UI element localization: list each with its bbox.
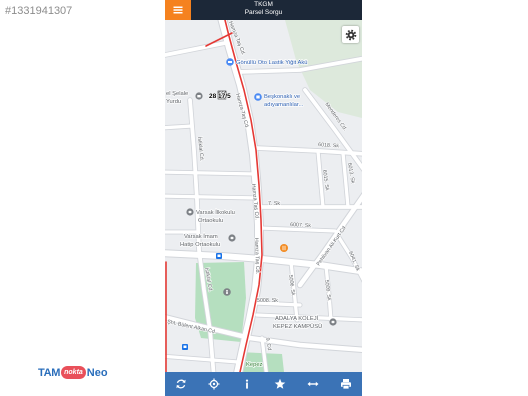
road — [165, 124, 194, 130]
listing-number: #1331941307 — [5, 5, 73, 17]
measure-button[interactable] — [296, 372, 329, 396]
street-label: 5008. Sk — [257, 298, 278, 304]
brand-text-right: Neo — [86, 366, 108, 379]
place-label: Beşkonaklı ve — [264, 94, 300, 100]
brand-text-mid: nokta — [61, 366, 86, 379]
place-label: Varsak İmam — [184, 233, 218, 240]
parcel-label: 28 17/5 — [209, 93, 231, 100]
place-label: Hatip Ortaokulu — [180, 242, 220, 248]
school-pin-icon — [228, 234, 236, 242]
hamburger-icon — [173, 6, 183, 14]
place-label: el Şelale — [166, 91, 188, 97]
dormitory-pin-icon — [195, 92, 203, 100]
app-title: TKGM — [254, 1, 273, 8]
road — [165, 170, 258, 176]
app-subtitle: Parsel Sorgu — [244, 9, 283, 16]
locate-button[interactable] — [198, 372, 231, 396]
place-label: Yurdu — [166, 99, 181, 105]
place-label: ADALYA KOLEJİ — [275, 315, 319, 322]
refresh-button[interactable] — [165, 372, 198, 396]
place-label: Kepez — [246, 362, 263, 368]
locate-icon — [208, 378, 220, 390]
street-label: Hamza Taş Cd. — [253, 238, 260, 274]
place-label: Gönüllü Oto Lastik Yiğit Akü — [236, 60, 308, 66]
bottom-toolbar — [165, 372, 362, 396]
landmark-pin-icon — [223, 288, 231, 296]
place-label: Varsak İlkokulu — [196, 209, 235, 216]
school-pin-icon — [329, 318, 337, 326]
favorite-button[interactable] — [263, 372, 296, 396]
app-screenshot: Hamza Taş Cd. Hamza Taş Cd. Hamza Taş Cd… — [165, 0, 362, 396]
brand-text-left: TAM — [38, 366, 61, 379]
measure-icon — [307, 381, 319, 387]
info-icon — [245, 379, 249, 389]
place-label: Ortaokulu — [198, 218, 223, 224]
bus-stop-icon — [182, 344, 188, 350]
bus-stop-icon — [216, 253, 222, 259]
gear-icon — [345, 29, 356, 40]
restaurant-pin-icon — [280, 244, 288, 252]
refresh-icon — [176, 379, 187, 389]
menu-button[interactable] — [165, 0, 191, 20]
print-icon — [340, 379, 351, 390]
star-icon — [274, 378, 286, 389]
street-label: 6007. Sk — [290, 222, 312, 229]
map-view[interactable]: Hamza Taş Cd. Hamza Taş Cd. Hamza Taş Cd… — [165, 20, 362, 372]
place-label: adıyamanlılar... — [264, 102, 304, 108]
settings-button[interactable] — [342, 26, 359, 43]
app-header: TKGM Parsel Sorgu — [165, 0, 362, 20]
app-title-block: TKGM Parsel Sorgu — [191, 1, 336, 17]
place-label: KEPEZ KAMPÜSÜ — [273, 323, 322, 330]
street-label: 7. Sk — [268, 201, 280, 207]
shop-pin-icon — [254, 93, 262, 101]
info-button[interactable] — [231, 372, 264, 396]
print-button[interactable] — [329, 372, 362, 396]
car-service-pin-icon — [226, 58, 234, 66]
road — [165, 194, 260, 200]
school-pin-icon — [186, 208, 194, 216]
brand-watermark: TAM nokta Neo — [38, 364, 108, 381]
